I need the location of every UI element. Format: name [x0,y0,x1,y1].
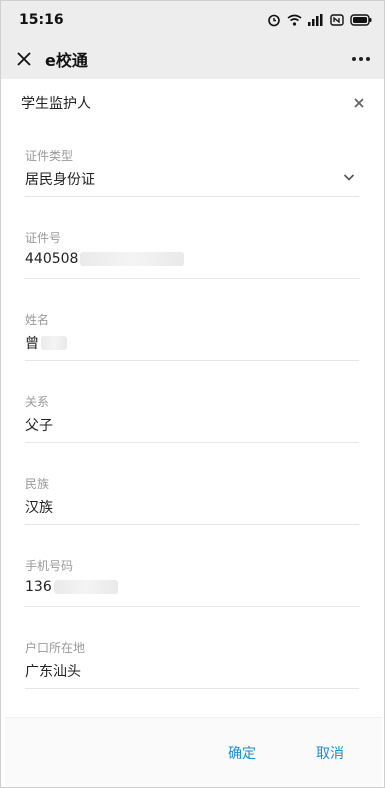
field-value: 汉族 [25,500,53,516]
battery-icon [350,14,372,26]
field-label: 证件号 [25,231,62,245]
guardian-dialog: 学生监护人 证件类型 居民身份证 证件号 440508 姓名 曾 关系 父子 民… [5,79,382,787]
app-header: e校通 [1,39,384,79]
field-value: 440508 [25,251,79,267]
relation-field[interactable]: 关系 父子 [25,393,359,443]
field-label: 证件类型 [25,149,74,163]
field-value-wrap: 136 [25,579,118,595]
name-field[interactable]: 姓名 曾 [25,311,359,361]
status-icons [267,13,372,27]
phone-frame: 15:16 e校通 学生监护人 证件类型 居民身份证 证件号 440508 姓名… [0,0,385,788]
status-bar: 15:16 [1,1,384,39]
field-value: 曾 [25,336,39,352]
field-label: 手机号码 [25,559,74,573]
dialog-header: 学生监护人 [5,79,382,127]
field-value: 广东汕头 [25,664,81,680]
dialog-title: 学生监护人 [21,96,91,112]
more-icon[interactable] [352,57,370,61]
alarm-icon [268,14,280,27]
redaction [41,336,67,350]
id-number-field[interactable]: 证件号 440508 [25,229,359,279]
field-label: 姓名 [25,313,50,327]
status-time: 15:16 [19,12,64,28]
field-label: 户口所在地 [25,641,86,655]
ethnicity-field[interactable]: 民族 汉族 [25,475,359,525]
close-icon[interactable] [352,96,366,110]
signal-icon [308,14,323,26]
redaction [80,252,185,266]
confirm-button[interactable]: 确定 [228,743,256,763]
household-field[interactable]: 户口所在地 广东汕头 [25,639,359,689]
id-type-field[interactable]: 证件类型 居民身份证 [25,147,359,197]
field-value: 居民身份证 [25,172,95,188]
close-icon[interactable] [15,50,33,68]
app-title: e校通 [45,51,88,70]
field-label: 关系 [25,395,50,409]
field-value: 136 [25,579,52,595]
dialog-footer: 确定 取消 [5,717,382,787]
chevron-down-icon[interactable] [343,171,355,183]
field-value-wrap: 曾 [25,333,67,353]
wifi-icon [287,14,302,26]
cancel-button[interactable]: 取消 [316,743,344,763]
redaction [53,580,118,594]
field-value-wrap: 440508 [25,251,185,267]
field-label: 民族 [25,477,50,491]
field-value: 父子 [25,418,53,434]
phone-field[interactable]: 手机号码 136 [25,557,359,607]
nfc-icon [330,14,344,26]
